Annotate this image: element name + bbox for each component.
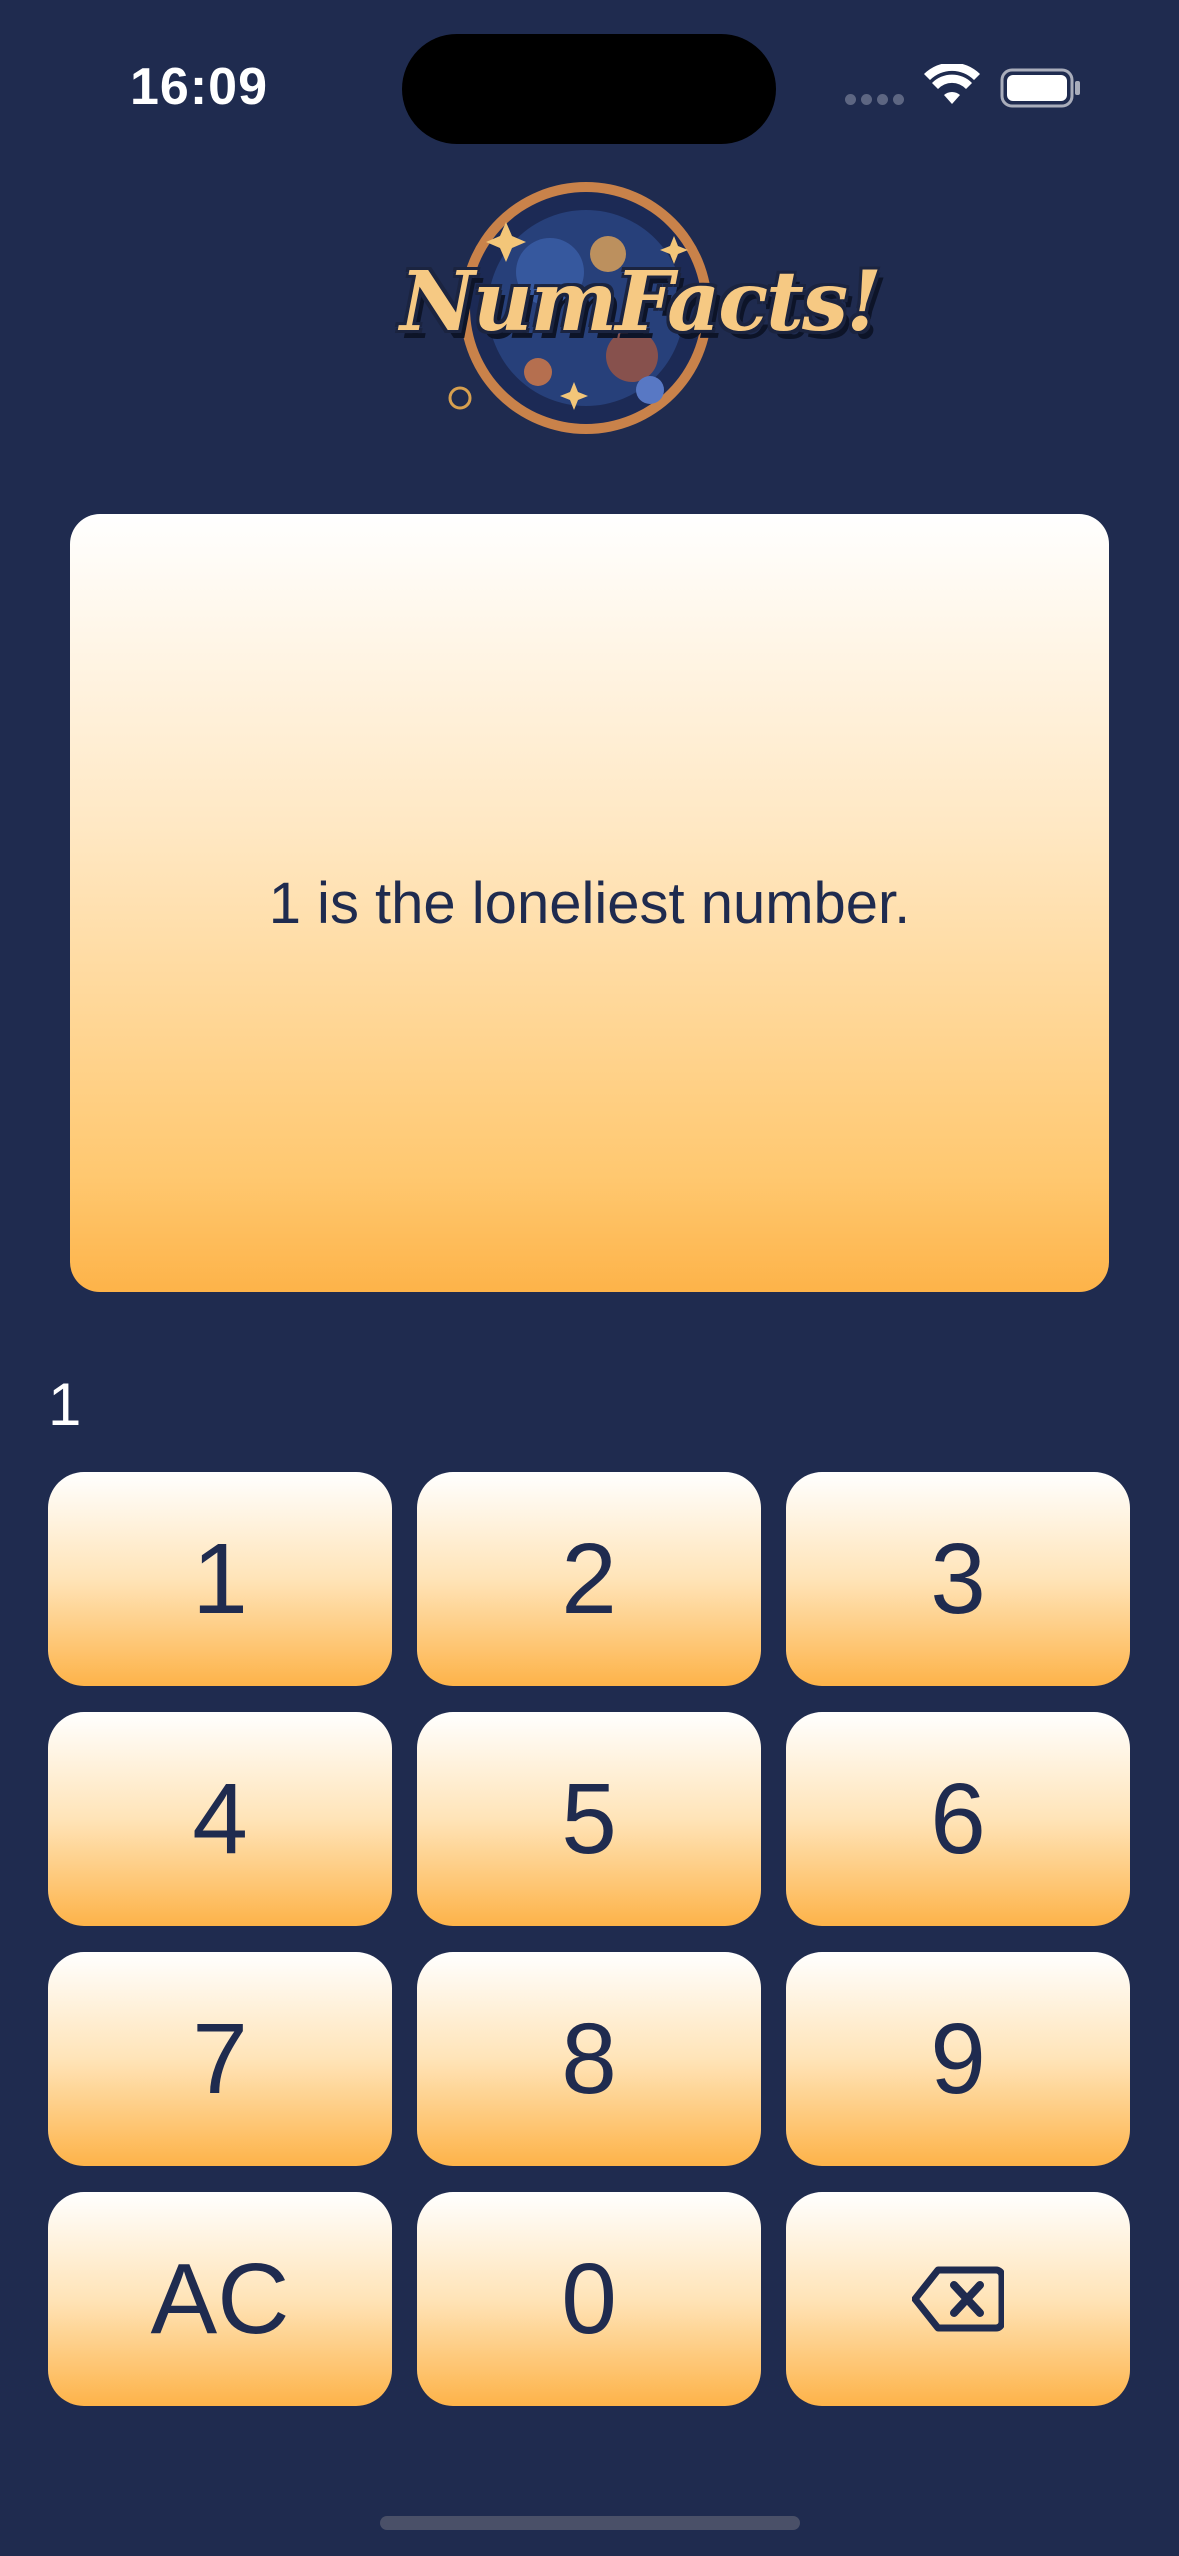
screen: 16:09 NumFacts! 1 is the loneliest numbe… [0,0,1179,2556]
key-0[interactable]: 0 [417,2192,761,2406]
fact-card: 1 is the loneliest number. [70,514,1109,1292]
fact-text: 1 is the loneliest number. [268,870,911,936]
home-indicator[interactable] [380,2516,800,2530]
key-1[interactable]: 1 [48,1472,392,1686]
clear-button[interactable]: AC [48,2192,392,2406]
key-2[interactable]: 2 [417,1472,761,1686]
key-8[interactable]: 8 [417,1952,761,2166]
key-9[interactable]: 9 [786,1952,1130,2166]
key-5[interactable]: 5 [417,1712,761,1926]
cellular-signal-icon [845,94,905,106]
current-input-display: 1 [48,1371,82,1438]
key-7[interactable]: 7 [48,1952,392,2166]
backspace-icon [912,2266,1004,2332]
backspace-button[interactable] [786,2192,1130,2406]
number-keypad: 1 2 3 4 5 6 7 8 9 AC 0 [48,1472,1131,2406]
key-4[interactable]: 4 [48,1712,392,1926]
wifi-icon [924,64,980,104]
logo-text: NumFacts! [400,254,882,350]
dynamic-island [402,34,776,144]
battery-icon [1000,68,1080,108]
status-time: 16:09 [130,58,268,116]
key-6[interactable]: 6 [786,1712,1130,1926]
key-3[interactable]: 3 [786,1472,1130,1686]
app-logo: NumFacts! [400,176,882,442]
